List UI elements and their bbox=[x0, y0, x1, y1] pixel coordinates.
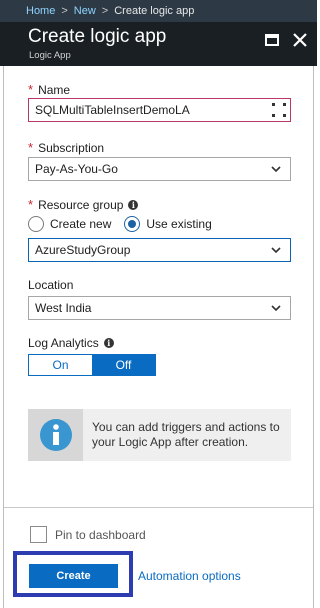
info-icon-cell bbox=[28, 409, 83, 461]
name-label: * Name bbox=[28, 82, 70, 97]
subscription-select-value: Pay-As-You-Go bbox=[35, 162, 118, 176]
name-input-value: SQLMultiTableInsertDemoLA bbox=[35, 103, 190, 117]
required-marker: * bbox=[28, 140, 34, 155]
pin-to-dashboard-label[interactable]: Pin to dashboard bbox=[55, 528, 146, 542]
create-new-label[interactable]: Create new bbox=[50, 217, 111, 231]
info-icon bbox=[39, 419, 72, 451]
breadcrumb-separator: > bbox=[101, 5, 109, 17]
subscription-label-text: Subscription bbox=[38, 140, 105, 155]
page-subtitle: Logic App bbox=[29, 50, 71, 61]
resource-group-radio-group: Create new Use existing bbox=[28, 216, 212, 232]
chevron-down-icon bbox=[271, 305, 281, 312]
breadcrumb-new-link[interactable]: New bbox=[74, 5, 96, 17]
log-analytics-off-option[interactable]: Off bbox=[92, 355, 155, 375]
close-button[interactable] bbox=[290, 30, 310, 50]
breadcrumb-separator: > bbox=[61, 5, 68, 17]
log-analytics-label: Log Analytics i bbox=[28, 336, 114, 350]
location-select-value: West India bbox=[35, 301, 92, 315]
resource-group-select[interactable]: AzureStudyGroup bbox=[28, 238, 291, 262]
log-analytics-toggle: On Off bbox=[28, 354, 156, 376]
pin-to-dashboard-checkbox[interactable] bbox=[30, 526, 47, 543]
required-marker: * bbox=[28, 82, 34, 97]
chevron-down-icon bbox=[271, 247, 281, 254]
footer-divider bbox=[4, 507, 313, 508]
maximize-icon bbox=[265, 34, 279, 46]
resize-corner-icon bbox=[272, 103, 286, 117]
close-icon bbox=[293, 33, 307, 47]
pin-to-dashboard-row: Pin to dashboard bbox=[30, 526, 146, 543]
use-existing-radio[interactable] bbox=[124, 216, 141, 232]
chevron-down-icon bbox=[271, 166, 281, 173]
resource-group-label: * Resource group i bbox=[28, 197, 139, 212]
subscription-select[interactable]: Pay-As-You-Go bbox=[28, 157, 291, 181]
page-title: Create logic app bbox=[28, 26, 167, 47]
automation-options-link[interactable]: Automation options bbox=[138, 569, 241, 583]
info-icon[interactable]: i bbox=[103, 338, 114, 348]
log-analytics-on-option[interactable]: On bbox=[29, 355, 92, 375]
log-analytics-label-text: Log Analytics bbox=[28, 336, 99, 350]
subscription-label: * Subscription bbox=[28, 140, 104, 155]
breadcrumb-home-link[interactable]: Home bbox=[26, 5, 55, 17]
use-existing-label[interactable]: Use existing bbox=[146, 217, 211, 231]
maximize-button[interactable] bbox=[262, 30, 282, 50]
create-button[interactable]: Create bbox=[29, 564, 118, 588]
location-label: Location bbox=[28, 278, 73, 292]
breadcrumb-current: Create logic app bbox=[114, 5, 195, 17]
info-message-box: You can add triggers and actions to your… bbox=[28, 409, 291, 461]
name-label-text: Name bbox=[38, 82, 71, 97]
location-select[interactable]: West India bbox=[28, 296, 291, 320]
create-new-radio[interactable] bbox=[28, 216, 44, 232]
required-marker: * bbox=[28, 197, 34, 212]
resource-group-select-value: AzureStudyGroup bbox=[35, 243, 131, 257]
location-label-text: Location bbox=[28, 278, 74, 292]
name-input[interactable]: SQLMultiTableInsertDemoLA bbox=[28, 98, 291, 122]
resource-group-label-text: Resource group bbox=[38, 197, 124, 212]
info-message-text: You can add triggers and actions to your… bbox=[92, 420, 280, 449]
breadcrumb: Home > New > Create logic app bbox=[0, 0, 317, 22]
info-icon[interactable]: i bbox=[128, 199, 139, 210]
blade-header: Create logic app Logic App bbox=[0, 22, 317, 66]
